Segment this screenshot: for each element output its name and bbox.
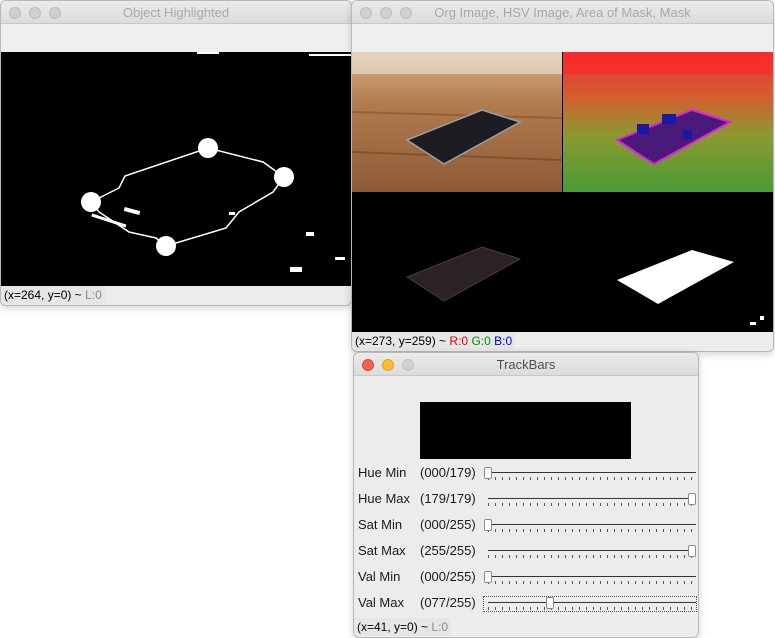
- trackbar-row: Sat Min (000/255): [354, 513, 696, 539]
- trackbar-label: Hue Max: [358, 491, 411, 506]
- trackbar-row: Val Max (077/255): [354, 591, 697, 617]
- images-canvas[interactable]: [352, 52, 773, 332]
- trackbar-row: Hue Max (179/179): [354, 487, 696, 513]
- slider-ticks: [488, 477, 696, 480]
- slider-ticks: [488, 581, 696, 584]
- trackbar-label: Hue Min: [358, 465, 407, 480]
- stacked-images: [352, 52, 773, 332]
- slider-track: [488, 498, 696, 499]
- hsv-image: [563, 52, 773, 192]
- slider-handle[interactable]: [484, 571, 492, 583]
- slider-handle[interactable]: [484, 519, 492, 531]
- trackbar-label: Val Max: [358, 595, 404, 610]
- trackbar-label: Val Min: [358, 569, 401, 584]
- titlebar[interactable]: Object Highlighted: [1, 1, 351, 24]
- slider-ticks: [488, 529, 696, 532]
- window-title: TrackBars: [496, 357, 556, 372]
- slider-track: [488, 550, 696, 551]
- status-coords: (x=41, y=0) ~: [357, 620, 429, 634]
- status-level: L:0: [85, 288, 102, 302]
- slider-track: [488, 576, 696, 577]
- trackbar-label: Sat Min: [358, 517, 403, 532]
- contour-image: [81, 52, 351, 272]
- slider-ticks: [488, 607, 696, 610]
- trackbar-slider[interactable]: [484, 493, 696, 507]
- stacked-images-window: Org Image, HSV Image, Area of Mask, Mask: [351, 0, 774, 352]
- trackbar-slider[interactable]: [483, 596, 697, 612]
- slider-ticks: [488, 503, 696, 506]
- object-highlighted-window: Object Highlighted (x=264, y=0) ~ L:0: [0, 0, 352, 306]
- trackbar-slider[interactable]: [484, 571, 696, 585]
- area-of-mask-image: [352, 193, 562, 332]
- trackbar-slider[interactable]: [484, 519, 696, 533]
- status-blue: B:0: [494, 334, 513, 348]
- toolbar-area: [352, 24, 773, 52]
- window-title: Object Highlighted: [122, 5, 230, 20]
- trackbar-value: (255/255): [420, 543, 476, 558]
- slider-track: [488, 524, 696, 525]
- trackbar-slider[interactable]: [484, 545, 696, 559]
- original-image: [352, 52, 563, 192]
- trackbar-value: (077/255): [420, 595, 476, 610]
- status-coords: (x=273, y=259) ~: [355, 334, 447, 348]
- toolbar-area: [1, 24, 351, 52]
- trackbar-value: (000/255): [420, 569, 476, 584]
- trackbars-preview: [420, 402, 631, 459]
- trackbar-label: Sat Max: [358, 543, 406, 558]
- status-green: G:0: [471, 334, 491, 348]
- mask-image: [563, 193, 773, 332]
- slider-track: [488, 602, 696, 603]
- trackbar-row: Hue Min (000/179): [354, 461, 696, 487]
- status-bar: (x=41, y=0) ~ L:0: [354, 618, 452, 636]
- trackbar-value: (000/255): [420, 517, 476, 532]
- trackbar-value: (179/179): [420, 491, 476, 506]
- slider-handle[interactable]: [688, 493, 696, 505]
- window-title: Org Image, HSV Image, Area of Mask, Mask: [434, 5, 691, 20]
- status-red: R:0: [449, 334, 469, 348]
- trackbar-row: Sat Max (255/255): [354, 539, 696, 565]
- highlighted-object-canvas[interactable]: [1, 52, 351, 286]
- status-bar: (x=273, y=259) ~ R:0 G:0 B:0: [352, 332, 516, 350]
- slider-handle[interactable]: [546, 597, 554, 609]
- titlebar[interactable]: TrackBars: [354, 353, 698, 376]
- slider-track: [488, 472, 696, 473]
- status-bar: (x=264, y=0) ~ L:0: [1, 286, 105, 304]
- slider-handle[interactable]: [484, 467, 492, 479]
- status-level: L:0: [431, 620, 449, 634]
- slider-ticks: [488, 555, 696, 558]
- slider-handle[interactable]: [688, 545, 696, 557]
- trackbars-window: TrackBars Hue Min (000/179) Hue Max (179/17…: [353, 352, 699, 638]
- trackbar-row: Val Min (000/255): [354, 565, 696, 591]
- status-coords: (x=264, y=0) ~: [4, 288, 82, 302]
- trackbar-value: (000/179): [420, 465, 476, 480]
- titlebar[interactable]: Org Image, HSV Image, Area of Mask, Mask: [352, 1, 773, 24]
- trackbar-slider[interactable]: [484, 467, 696, 481]
